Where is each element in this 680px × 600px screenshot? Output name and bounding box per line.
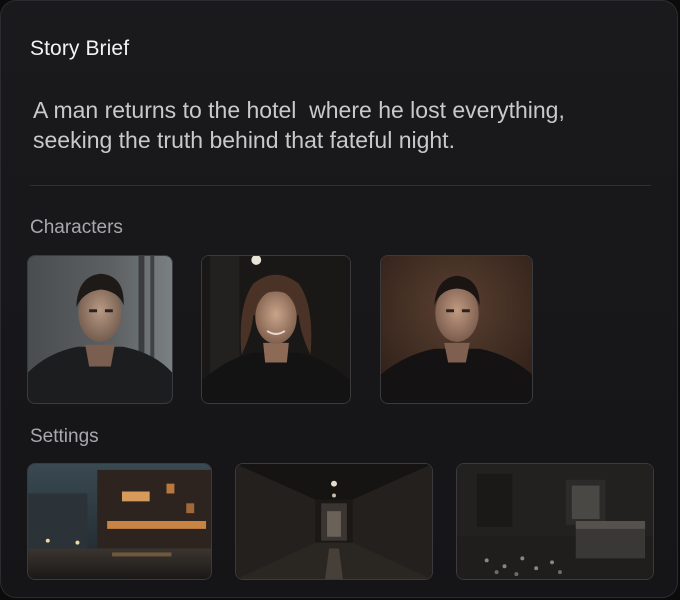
story-brief-title: Story Brief <box>30 37 130 60</box>
setting-thumbnail-1[interactable] <box>27 463 212 580</box>
character-thumbnail-2[interactable] <box>201 255 351 404</box>
abandoned-room-icon <box>457 464 653 579</box>
setting-thumbnail-2[interactable] <box>235 463 433 580</box>
character-portrait-man-warm-icon <box>381 256 532 403</box>
setting-thumbnail-3[interactable] <box>456 463 654 580</box>
character-thumbnail-1[interactable] <box>27 255 173 404</box>
rainy-street-icon <box>28 464 211 579</box>
story-brief-card: Story Brief A man returns to the hotel w… <box>0 0 678 598</box>
characters-heading: Characters <box>30 217 123 238</box>
hotel-corridor-icon <box>236 464 432 579</box>
character-portrait-man-icon <box>28 256 172 403</box>
divider <box>30 185 651 186</box>
character-thumbnail-3[interactable] <box>380 255 533 404</box>
story-brief-text: A man returns to the hotel where he lost… <box>33 97 565 153</box>
settings-heading: Settings <box>30 426 99 447</box>
character-portrait-woman-icon <box>202 256 350 403</box>
